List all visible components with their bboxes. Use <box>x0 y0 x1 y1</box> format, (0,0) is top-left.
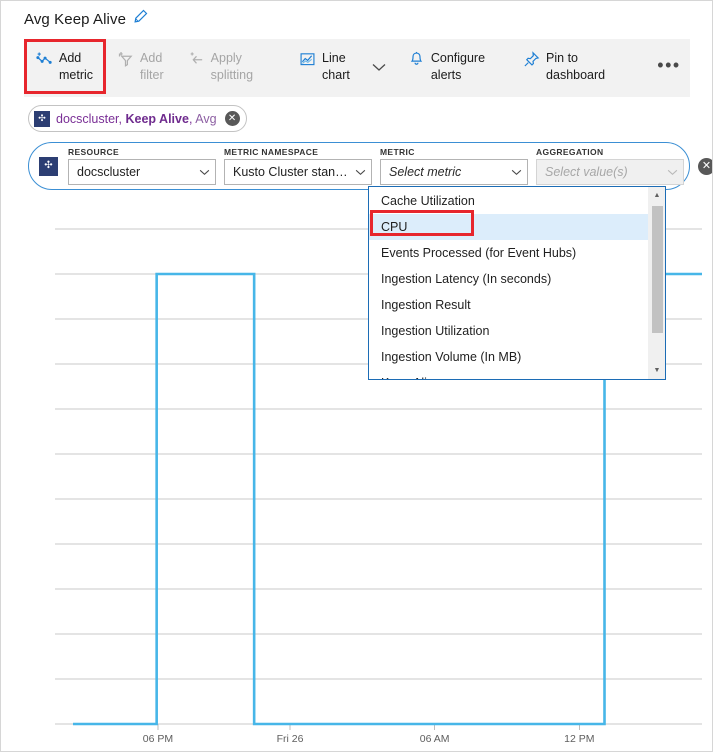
apply-splitting-icon <box>188 51 205 73</box>
aggregation-label: AGGREGATION <box>536 147 604 157</box>
bell-icon <box>408 51 425 73</box>
metric-label: METRIC <box>380 147 415 157</box>
metric-namespace-select[interactable]: Kusto Cluster stand... <box>224 159 372 185</box>
chip-aggregation: Avg <box>195 111 217 126</box>
metric-option[interactable]: Keep Alive <box>369 370 648 379</box>
add-metric-button[interactable]: Add metric <box>24 39 105 97</box>
metric-field: METRIC Select metric <box>380 147 528 185</box>
x-axis-tick-label: 12 PM <box>564 733 595 745</box>
metric-option[interactable]: Ingestion Volume (In MB) <box>369 344 648 370</box>
add-filter-icon <box>117 51 134 73</box>
add-filter-button[interactable]: Add filter <box>105 39 176 97</box>
aggregation-field: AGGREGATION Select value(s) <box>536 147 684 185</box>
page-title-row: Avg Keep Alive <box>24 9 148 29</box>
metric-option[interactable]: CPU <box>369 214 648 240</box>
metric-selector-row: ✣ RESOURCE docscluster METRIC NAMESPACE … <box>28 142 712 190</box>
page-title: Avg Keep Alive <box>24 10 127 28</box>
metric-option[interactable]: Ingestion Latency (In seconds) <box>369 266 648 292</box>
metric-chip[interactable]: ✣ docscluster, Keep Alive, Avg ✕ <box>28 105 247 132</box>
metric-select[interactable]: Select metric <box>380 159 528 185</box>
resource-label: RESOURCE <box>68 147 119 157</box>
x-axis-tick-label: Fri 26 <box>276 733 304 745</box>
metric-option[interactable]: Ingestion Utilization <box>369 318 648 344</box>
aggregation-value: Select value(s) <box>545 165 628 179</box>
apply-splitting-label: Apply splitting <box>210 51 254 82</box>
metric-option[interactable]: Cache Utilization <box>369 188 648 214</box>
chip-resource: docscluster <box>56 111 119 126</box>
more-options-button[interactable]: ••• <box>648 39 690 97</box>
scroll-down-arrow-icon[interactable]: ▼ <box>649 362 665 379</box>
configure-alerts-label: Configure alerts <box>430 51 486 82</box>
chart-type-dropdown-button[interactable] <box>362 39 396 97</box>
line-chart-icon <box>299 51 316 73</box>
x-axis-tick-label: 06 AM <box>419 733 450 745</box>
add-metric-label: Add metric <box>59 51 94 82</box>
metric-chip-icon: ✣ <box>34 110 50 127</box>
add-filter-label: Add filter <box>140 51 164 82</box>
chevron-down-icon <box>511 163 522 181</box>
remove-metric-button[interactable]: ✕ <box>698 157 712 175</box>
ellipsis-icon: ••• <box>657 55 681 75</box>
chip-metric: Keep Alive <box>125 111 189 126</box>
metric-option[interactable]: Events Processed (for Event Hubs) <box>369 240 648 266</box>
chevron-down-icon <box>199 163 210 181</box>
metrics-chart-page: Avg Keep Alive Add metric Add filter App… <box>0 0 713 752</box>
chevron-down-icon <box>355 163 366 181</box>
metric-chip-label: docscluster, Keep Alive, Avg <box>56 112 217 126</box>
dropdown-scrollbar[interactable]: ▲ ▼ <box>648 187 665 379</box>
chevron-down-icon <box>667 163 678 181</box>
scrollbar-thumb[interactable] <box>651 206 663 333</box>
close-icon[interactable]: ✕ <box>224 111 240 126</box>
metric-option[interactable]: Ingestion Result <box>369 292 648 318</box>
metric-namespace-field: METRIC NAMESPACE Kusto Cluster stand... <box>224 147 372 185</box>
resource-select[interactable]: docscluster <box>68 159 216 185</box>
pencil-icon[interactable] <box>133 9 148 29</box>
scroll-up-arrow-icon[interactable]: ▲ <box>649 187 665 204</box>
resource-field: RESOURCE docscluster <box>68 147 216 185</box>
toolbar: Add metric Add filter Apply splitting Li… <box>24 39 690 97</box>
metric-options-list: Cache Utilization CPU Events Processed (fo… <box>369 187 648 379</box>
apply-splitting-button[interactable]: Apply splitting <box>176 39 265 97</box>
pin-to-dashboard-label: Pin to dashboard <box>546 51 606 82</box>
add-metric-icon <box>36 51 53 73</box>
aggregation-select: Select value(s) <box>536 159 684 185</box>
pin-icon <box>523 51 540 73</box>
selector-metric-icon: ✣ <box>39 156 58 176</box>
line-chart-button[interactable]: Line chart <box>287 39 362 97</box>
y-axis-labels: 00.100.200.300.400.500.600.700.800.9011.… <box>1 197 69 751</box>
metric-namespace-label: METRIC NAMESPACE <box>224 147 319 157</box>
metric-namespace-value: Kusto Cluster stand... <box>233 165 351 179</box>
chevron-down-icon <box>372 59 386 77</box>
metric-dropdown-list: Cache Utilization CPU Events Processed (fo… <box>368 186 666 380</box>
line-chart-label: Line chart <box>322 51 350 82</box>
x-axis-tick-label: 06 PM <box>142 733 174 745</box>
configure-alerts-button[interactable]: Configure alerts <box>396 39 497 97</box>
resource-value: docscluster <box>77 165 141 179</box>
metric-value: Select metric <box>389 165 462 179</box>
pin-to-dashboard-button[interactable]: Pin to dashboard <box>511 39 617 97</box>
